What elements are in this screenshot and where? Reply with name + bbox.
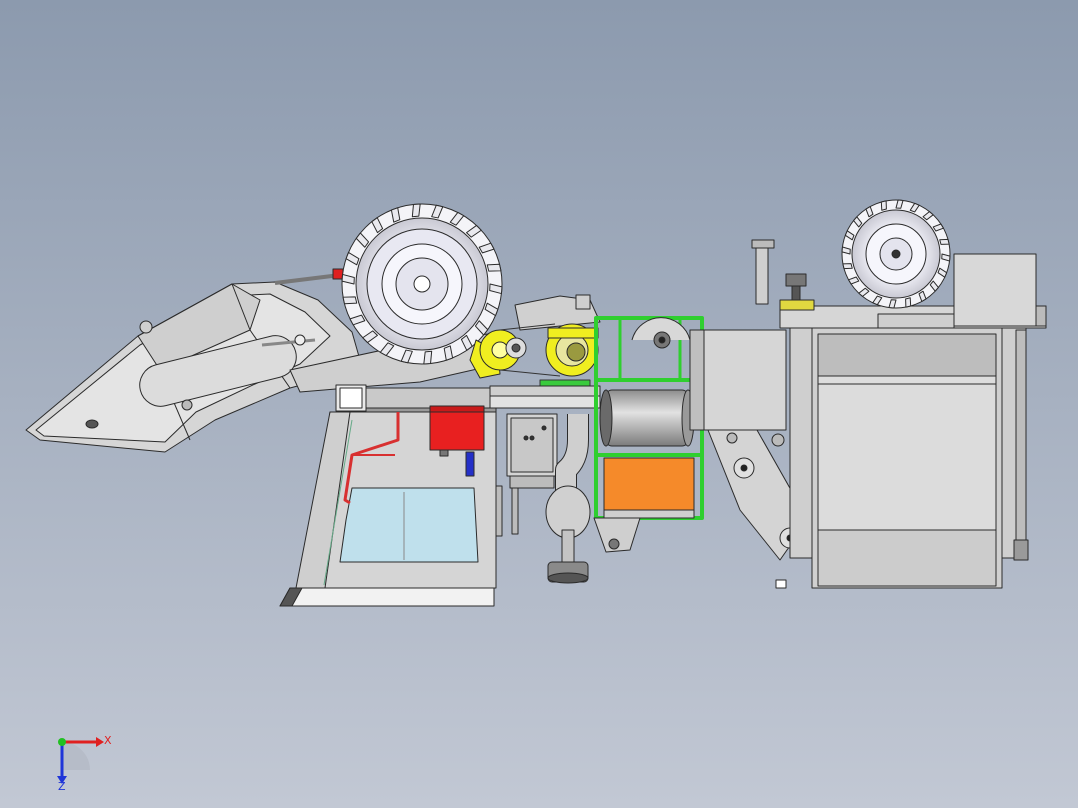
tyre-lug [842, 263, 853, 270]
z-axis-label: Z [58, 780, 66, 793]
y-axis-marker [58, 738, 66, 746]
tyre-lug [939, 238, 950, 245]
threshing-drum[interactable] [599, 389, 695, 447]
cad-viewport[interactable]: X Z [0, 0, 1078, 808]
cab-window [339, 487, 479, 563]
tyre-lug [905, 297, 912, 308]
x-axis-label: X [104, 734, 112, 747]
tyre-lug [423, 350, 433, 365]
control-box[interactable] [689, 329, 787, 431]
front-wheel[interactable] [341, 203, 503, 365]
tyre-lug [486, 263, 502, 272]
tyre-lug [342, 296, 358, 305]
tyre-lug [411, 203, 421, 218]
rear-wheel[interactable] [841, 199, 951, 309]
cad-canvas[interactable]: X Z [0, 0, 1078, 808]
storage-bin[interactable] [779, 305, 1047, 589]
tyre-lug [880, 200, 887, 211]
